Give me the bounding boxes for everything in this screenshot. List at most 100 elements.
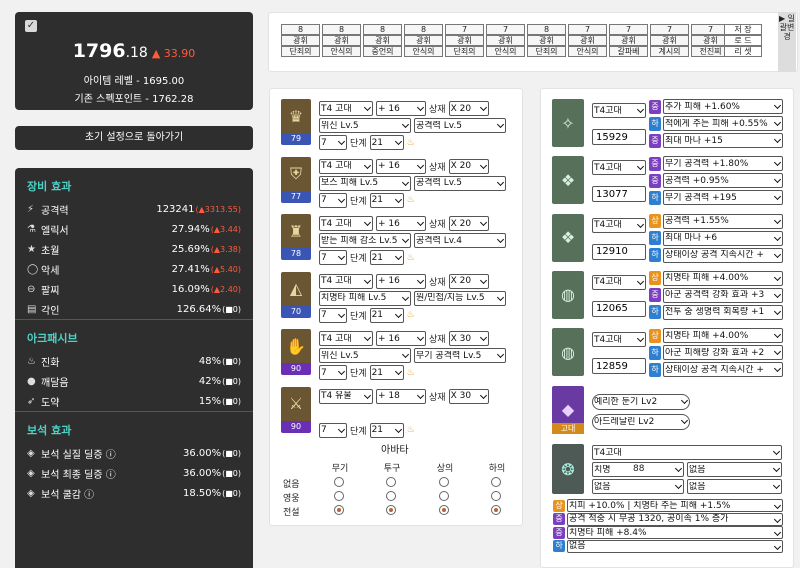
gear-tier[interactable]: T4 고대	[319, 331, 373, 346]
accessory-icon[interactable]: ❖	[552, 213, 584, 262]
gear-slot[interactable]: ♛ 79	[281, 99, 311, 145]
gem-effect-name[interactable]: 보석 쿨감 ⓘ	[41, 486, 183, 501]
engrave-name[interactable]: 단죄의	[445, 46, 484, 57]
avatar-radio[interactable]	[334, 505, 344, 515]
engrave-level[interactable]: 7	[486, 24, 525, 35]
bulk-change-toggle[interactable]: ▶ 일괄변경	[778, 12, 796, 72]
gear-option-1[interactable]: 위신 Lv.5	[319, 118, 411, 133]
engrave-kind[interactable]: 광휘	[363, 35, 402, 46]
accessory-tier[interactable]: T4고대	[592, 160, 646, 176]
accessory-effect-select[interactable]: 무기 공격력 +195	[663, 190, 783, 206]
accessory-effect-select[interactable]: 아군 공격력 강화 효과 +3	[663, 287, 783, 303]
bracelet-stat-2[interactable]: 없음	[687, 462, 782, 477]
gear-option-2[interactable]: 공격력 Lv.5	[414, 118, 506, 133]
gear-option-2[interactable]: 공격력 Lv.4	[414, 233, 506, 248]
bracelet-tier[interactable]: T4고대	[592, 445, 782, 460]
gear-option-2[interactable]: 무기 공격력 Lv.5	[414, 348, 506, 363]
engrave-level[interactable]: 7	[609, 24, 648, 35]
engrave-level[interactable]: 8	[281, 24, 320, 35]
engrave-name[interactable]: 갈파베	[609, 46, 648, 57]
gear-transcend[interactable]: 7	[319, 422, 347, 438]
gear-mult[interactable]: X 20	[448, 216, 489, 231]
engrave-name[interactable]: 단죄의	[281, 46, 320, 57]
engrave-kind[interactable]: 광휘	[322, 35, 361, 46]
gear-stage[interactable]: 21	[369, 307, 404, 323]
gear-mult[interactable]: X 20	[448, 273, 489, 289]
gear-upgrade[interactable]: + 16	[376, 158, 426, 174]
gear-tier[interactable]: T4 유물	[319, 388, 373, 404]
accessory-effect-select[interactable]: 상태이상 공격 지속시간 +	[663, 362, 783, 378]
gear-stage[interactable]: 21	[369, 250, 404, 265]
gem-effect-name[interactable]: 보석 최종 딜증 ⓘ	[41, 466, 183, 481]
accessory-effect-select[interactable]: 전투 중 생명력 회복량 +1	[663, 304, 783, 320]
accessory-effect-select[interactable]: 공격력 +1.55%	[663, 213, 783, 229]
gear-stage[interactable]: 21	[369, 422, 404, 438]
gear-tier[interactable]: T4 고대	[319, 101, 373, 116]
avatar-radio[interactable]	[491, 491, 501, 501]
engrave-kind[interactable]: 광휘	[609, 35, 648, 46]
accessory-effect-select[interactable]: 최대 마나 +6	[663, 230, 783, 246]
toggle-checkbox[interactable]: ✓	[25, 20, 37, 32]
engrave-name[interactable]: 안식의	[486, 46, 525, 57]
gear-transcend[interactable]: 7	[319, 365, 347, 380]
engrave-name[interactable]: 단죄의	[527, 46, 566, 57]
gear-mult[interactable]: X 20	[448, 101, 489, 116]
gear-option-1[interactable]: 치명타 피해 Lv.5	[319, 290, 411, 306]
stone-engrave-1[interactable]: 예리한 둔기 Lv2	[592, 394, 690, 410]
bracelet-stat-3[interactable]: 없음	[592, 479, 684, 494]
gear-stage[interactable]: 21	[369, 192, 404, 208]
accessory-tier[interactable]: T4고대	[592, 103, 646, 118]
accessory-effect-select[interactable]: 아군 피해량 강화 효과 +2	[663, 345, 783, 361]
gear-mult[interactable]: X 20	[448, 158, 489, 174]
gear-tier[interactable]: T4 고대	[319, 216, 373, 231]
gear-option-2[interactable]: 원/민첩/지능 Lv.5	[414, 290, 506, 306]
load-button[interactable]: 로 드	[724, 35, 762, 46]
accessory-stat-input[interactable]	[592, 358, 646, 375]
gear-slot[interactable]: ◭ 70	[281, 271, 311, 318]
gear-upgrade[interactable]: + 18	[376, 388, 426, 404]
engrave-level[interactable]: 8	[322, 24, 361, 35]
bracelet-effect-select[interactable]: 치피 +10.0% | 치명타 주는 피해 +1.5%	[567, 499, 783, 512]
engrave-kind[interactable]: 광휘	[650, 35, 689, 46]
accessory-effect-select[interactable]: 치명타 피해 +4.00%	[663, 270, 783, 286]
gear-slot[interactable]: ✋ 90	[281, 329, 311, 375]
avatar-radio[interactable]	[386, 477, 396, 487]
engrave-level[interactable]: 8	[527, 24, 566, 35]
gear-slot[interactable]: ⚔ 90	[281, 386, 311, 433]
gear-option-1[interactable]: 보스 피해 Lv.5	[319, 175, 411, 191]
accessory-effect-select[interactable]: 추가 피해 +1.60%	[663, 99, 783, 114]
accessory-stat-input[interactable]	[592, 300, 646, 317]
bracelet-effect-select[interactable]: 치명타 피해 +8.4%	[567, 526, 783, 539]
accessory-tier[interactable]: T4고대	[592, 274, 646, 290]
engrave-level[interactable]: 8	[363, 24, 402, 35]
gear-tier[interactable]: T4 고대	[319, 158, 373, 174]
gear-upgrade[interactable]: + 16	[376, 216, 426, 231]
engrave-kind[interactable]: 광휘	[486, 35, 525, 46]
engrave-level[interactable]: 7	[568, 24, 607, 35]
accessory-icon[interactable]: ◍	[552, 328, 584, 377]
gear-upgrade[interactable]: + 16	[376, 331, 426, 346]
accessory-icon[interactable]: ❖	[552, 156, 584, 205]
gear-mult[interactable]: X 30	[448, 388, 489, 404]
avatar-radio[interactable]	[491, 477, 501, 487]
reset-button[interactable]: 초기 설정으로 돌아가기	[15, 126, 253, 150]
avatar-radio[interactable]	[334, 491, 344, 501]
accessory-stat-input[interactable]	[592, 129, 646, 145]
gear-transcend[interactable]: 7	[319, 192, 347, 208]
engrave-kind[interactable]: 광휘	[445, 35, 484, 46]
gear-transcend[interactable]: 7	[319, 135, 347, 150]
accessory-icon[interactable]: ✧	[552, 99, 584, 147]
gear-upgrade[interactable]: + 16	[376, 101, 426, 116]
accessory-effect-select[interactable]: 상태이상 공격 지속시간 +	[663, 247, 783, 263]
gear-option-1[interactable]: 받는 피해 감소 Lv.5	[319, 233, 411, 248]
bracelet-stat-4[interactable]: 없음	[687, 479, 782, 494]
avatar-radio[interactable]	[386, 505, 396, 515]
engrave-level[interactable]: 7	[650, 24, 689, 35]
engrave-name[interactable]: 안식의	[322, 46, 361, 57]
gear-stage[interactable]: 21	[369, 135, 404, 150]
stone-engrave-2[interactable]: 아드레날린 Lv2	[592, 414, 690, 430]
engrave-kind[interactable]: 광휘	[527, 35, 566, 46]
reset-engrave-button[interactable]: 리 셋	[724, 46, 762, 57]
gear-option-1[interactable]: 위신 Lv.5	[319, 348, 411, 363]
engrave-level[interactable]: 8	[404, 24, 443, 35]
